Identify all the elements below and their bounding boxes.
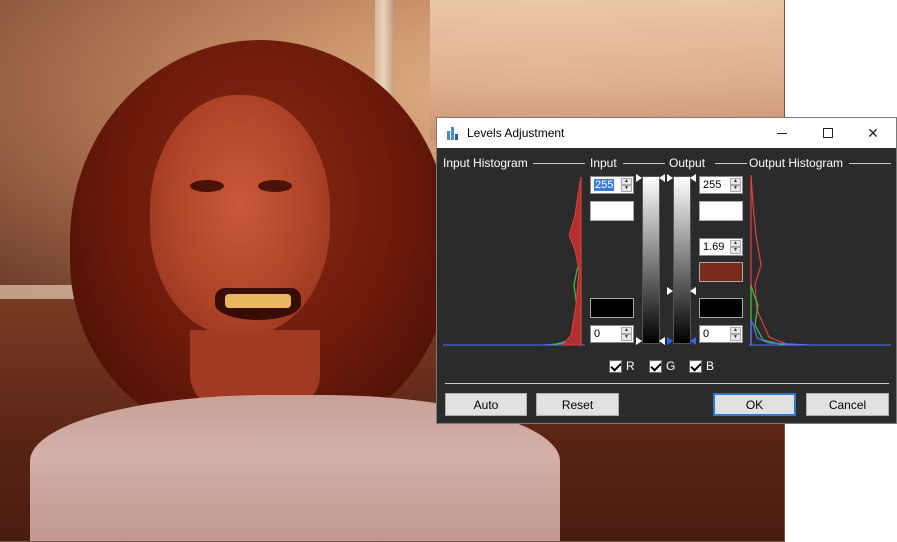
input-histogram: [443, 175, 585, 347]
input-gradient-slider[interactable]: [642, 176, 660, 344]
reset-button[interactable]: Reset: [536, 393, 619, 416]
close-button[interactable]: ✕: [850, 118, 896, 148]
output-white-swatch[interactable]: [699, 201, 743, 221]
input-white-swatch[interactable]: [590, 201, 634, 221]
gamma-marker-right[interactable]: [690, 287, 696, 295]
output-low-marker-right[interactable]: [690, 337, 696, 345]
output-gradient-slider[interactable]: [673, 176, 691, 344]
output-low-marker[interactable]: [667, 337, 673, 345]
gamma-marker[interactable]: [667, 287, 673, 295]
ok-button[interactable]: OK: [713, 393, 796, 416]
gamma-arrows[interactable]: ▲ ▼: [730, 240, 741, 254]
input-black-swatch[interactable]: [590, 298, 634, 318]
output-high-marker[interactable]: [667, 174, 673, 182]
maximize-button[interactable]: [805, 118, 851, 148]
separator-line: [849, 163, 891, 164]
output-high-value: 255: [703, 179, 722, 191]
input-low-spinner[interactable]: 0 ▲ ▼: [590, 325, 634, 343]
output-label: Output: [669, 156, 710, 170]
output-high-arrows[interactable]: ▲ ▼: [730, 178, 741, 192]
channel-g-label: G: [666, 359, 676, 373]
cancel-button[interactable]: Cancel: [806, 393, 889, 416]
output-high-marker-right[interactable]: [690, 174, 696, 182]
separator-line: [533, 163, 585, 164]
checkbox-checked[interactable]: [649, 359, 662, 373]
bottom-separator: [445, 383, 889, 384]
output-low-value: 0: [703, 328, 710, 340]
input-low-marker-right[interactable]: [659, 337, 665, 345]
input-high-spinner[interactable]: 255 ▲ ▼: [590, 176, 634, 194]
photo-eye-right: [258, 180, 292, 192]
close-icon: ✕: [867, 124, 879, 141]
channel-r-label: R: [626, 359, 635, 373]
output-low-spinner[interactable]: 0 ▲ ▼: [699, 325, 743, 343]
checkbox-checked[interactable]: [609, 359, 622, 373]
levels-adjustment-dialog: Levels Adjustment ✕ Input Histogram Inpu…: [436, 117, 897, 424]
title-bar[interactable]: Levels Adjustment ✕: [437, 118, 896, 148]
input-low-arrows[interactable]: ▲ ▼: [621, 327, 632, 341]
input-low-value: 0: [594, 328, 601, 340]
levels-chart-icon: [446, 126, 460, 140]
output-histogram: [749, 175, 891, 347]
checkbox-checked[interactable]: [689, 359, 702, 373]
photo-teeth: [225, 294, 291, 308]
gamma-value: 1.69: [703, 241, 725, 253]
input-high-marker-right[interactable]: [659, 174, 665, 182]
auto-button[interactable]: Auto: [445, 393, 527, 416]
separator-line: [715, 163, 747, 164]
gamma-spinner[interactable]: 1.69 ▲ ▼: [699, 238, 743, 256]
input-high-marker[interactable]: [636, 174, 642, 182]
dialog-title: Levels Adjustment: [467, 126, 565, 140]
maximize-icon: [823, 128, 833, 138]
output-black-swatch[interactable]: [699, 298, 743, 318]
input-histogram-label: Input Histogram: [443, 156, 532, 170]
output-histogram-label: Output Histogram: [749, 156, 848, 170]
minimize-icon: [777, 132, 787, 134]
channel-b-checkbox[interactable]: B: [689, 359, 714, 373]
input-high-value: 255: [594, 179, 615, 191]
photo-eye-left: [190, 180, 224, 192]
gamma-color-swatch[interactable]: [699, 262, 743, 282]
output-high-spinner[interactable]: 255 ▲ ▼: [699, 176, 743, 194]
input-low-marker[interactable]: [636, 337, 642, 345]
channel-b-label: B: [706, 359, 715, 373]
input-label: Input: [590, 156, 621, 170]
output-low-arrows[interactable]: ▲ ▼: [730, 327, 741, 341]
minimize-button[interactable]: [759, 118, 805, 148]
input-high-arrows[interactable]: ▲ ▼: [621, 178, 632, 192]
channel-r-checkbox[interactable]: R: [609, 359, 635, 373]
separator-line: [623, 163, 665, 164]
channel-g-checkbox[interactable]: G: [649, 359, 675, 373]
